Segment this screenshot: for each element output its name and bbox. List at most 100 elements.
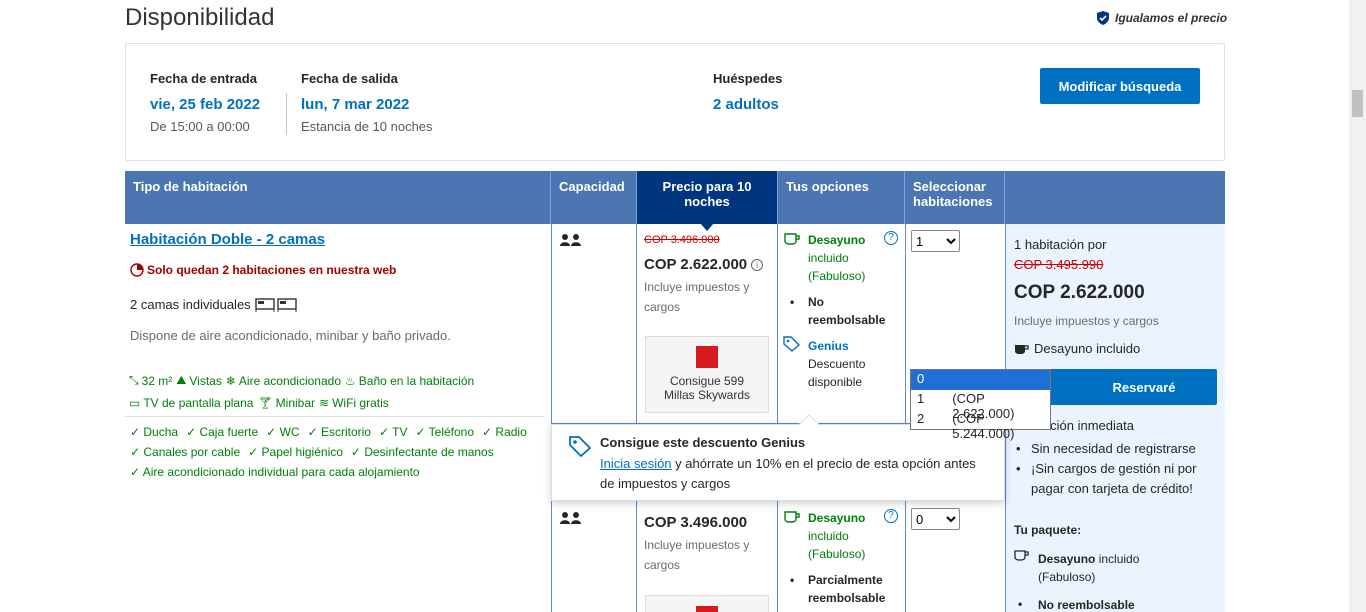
sign-in-link[interactable]: Inicia sesión <box>600 456 672 471</box>
reserve-breakfast: Desayuno incluido <box>1014 341 1140 356</box>
price: COP 2.622.000 i <box>644 256 764 273</box>
breakfast-option: Desayuno incluido (Fabuloso) <box>808 233 866 283</box>
price-value: COP 2.622.000 <box>644 256 748 273</box>
coffee-cup-icon <box>784 233 800 245</box>
bed-info: 2 camas individuales <box>130 296 297 312</box>
bullet: • <box>790 573 795 587</box>
facility: ⛰ Vistas <box>176 373 222 388</box>
amenity: TV <box>379 425 407 439</box>
quantity-option[interactable]: 0 <box>911 370 1050 390</box>
clock-icon <box>130 263 144 277</box>
th-options: Tus opciones <box>778 171 905 224</box>
tooltip-caret <box>799 414 819 434</box>
taxes-note: Incluye impuestos y cargos <box>644 280 750 314</box>
sort-indicator <box>700 223 714 231</box>
th-select: Seleccionar habitaciones <box>905 171 1005 224</box>
refund-policy: Parcialmente reembolsable <box>808 573 886 605</box>
stay-length: Estancia de 10 noches <box>301 119 433 134</box>
emirates-logo <box>696 606 718 612</box>
checkout-date[interactable]: lun, 7 mar 2022 <box>301 96 409 113</box>
benefit: Sin necesidad de registrarse <box>1014 439 1196 459</box>
amenities-row: Ducha Caja fuerte WC Escritorio TV Teléf… <box>130 425 526 439</box>
reserve-old-price: COP 3.495.990 <box>1014 257 1104 272</box>
room-quantity-select[interactable]: 1 <box>911 230 960 252</box>
single-bed-icon <box>254 298 297 312</box>
help-icon[interactable]: ? <box>884 509 898 523</box>
room-name-link[interactable]: Habitación Doble - 2 camas <box>130 231 325 248</box>
checkout-label: Fecha de salida <box>301 71 398 86</box>
price-match-badge[interactable]: Igualamos el precio <box>1095 10 1227 26</box>
checkin-time: De 15:00 a 00:00 <box>150 119 250 134</box>
col-divider <box>777 224 778 424</box>
facilities-row: ⤡ 32 m² ⛰ Vistas ❄ Aire acondicionado ♨ Baño… <box>129 373 476 388</box>
room-description: Dispone de aire acondicionado, minibar y… <box>130 328 451 343</box>
amenity: Escritorio <box>308 425 371 439</box>
checkin-date[interactable]: vie, 25 feb 2022 <box>150 96 260 113</box>
guests-label: Huéspedes <box>713 71 783 86</box>
package-title: Tu paquete: <box>1014 523 1082 537</box>
coffee-cup-icon <box>1014 550 1029 561</box>
col-divider <box>551 500 552 612</box>
taxes-note: Incluye impuestos y cargos <box>644 538 750 572</box>
info-icon[interactable]: i <box>751 258 764 271</box>
skywards-offer: Consigue 599 Millas Skywards <box>645 336 769 413</box>
coffee-icon <box>1015 344 1029 354</box>
package-policy: No reembolsable <box>1038 598 1135 612</box>
page-title: Disponibilidad <box>125 4 275 31</box>
beds-text: 2 camas individuales <box>130 296 251 312</box>
th-room-type: Tipo de habitación <box>125 171 551 224</box>
price-match-label: Igualamos el precio <box>1115 11 1228 25</box>
room-quantity-select[interactable]: 0 <box>911 508 960 530</box>
amenity: Radio <box>482 425 526 439</box>
amenity: Ducha <box>130 425 178 439</box>
bath-icon: ♨ <box>345 373 356 388</box>
amenity: Desinfectante de manos <box>351 445 493 459</box>
date-divider <box>286 93 287 135</box>
bullet: • <box>790 295 795 309</box>
table-header: Tipo de habitación Capacidad Precio para… <box>125 171 1225 224</box>
checkin-label: Fecha de entrada <box>150 71 257 86</box>
reserve-price: COP 2.622.000 <box>1014 282 1145 303</box>
modify-search-button[interactable]: Modificar búsqueda <box>1040 68 1200 104</box>
scarcity-message: Solo quedan 2 habitaciones en nuestra we… <box>130 263 396 277</box>
two-persons-icon <box>560 512 581 524</box>
facility: ⤡ 32 m² <box>129 373 173 388</box>
shield-check-icon <box>1097 11 1109 25</box>
emirates-logo <box>696 346 718 368</box>
old-price: COP 3.496.000 <box>644 234 720 246</box>
col-divider <box>636 224 637 424</box>
col-divider <box>551 224 552 424</box>
reserve-benefits: Sin necesidad de registrarse ¡Sin cargos… <box>1014 439 1196 499</box>
amenity: Papel higiénico <box>248 445 343 459</box>
genius-tooltip: Consigue este descuento Genius Inicia se… <box>551 414 1005 501</box>
refund-policy: No reembolsable <box>808 295 886 327</box>
minibar-icon: 🍸︎ <box>257 396 273 410</box>
genius-text: Inicia sesión y ahórrate un 10% en el pr… <box>600 456 976 491</box>
quantity-option[interactable]: 1 (COP 2.622.000) <box>911 390 1050 421</box>
amenity: Teléfono <box>415 425 474 439</box>
reserve-summary: 1 habitación por <box>1014 237 1107 252</box>
facility: ≋ WiFi gratis <box>319 396 389 410</box>
facility: ▭ TV de pantalla plana <box>129 396 254 410</box>
reserve-taxes: Incluye impuestos y cargos <box>1014 314 1159 328</box>
amenities-row: Canales por cable Papel higiénico Desinf… <box>130 445 493 459</box>
facility: ❄ Aire acondicionado <box>225 373 341 388</box>
guests-value[interactable]: 2 adultos <box>713 96 779 113</box>
bullet: • <box>1018 597 1023 611</box>
amenity: Caja fuerte <box>186 425 258 439</box>
amenity: Canales por cable <box>130 445 240 459</box>
amenity: Aire acondicionado individual para cada … <box>130 465 420 479</box>
scrollbar-thumb[interactable] <box>1352 90 1363 117</box>
benefit: ¡Sin cargos de gestión ni porpagar con t… <box>1014 459 1196 499</box>
quantity-dropdown-list: 0 1 (COP 2.622.000) 2 (COP 5.244.000) <box>910 369 1051 441</box>
help-icon[interactable]: ? <box>884 231 898 245</box>
wifi-icon: ≋ <box>319 396 330 410</box>
amenity: WC <box>266 425 300 439</box>
col-divider <box>905 224 906 424</box>
facility: ♨ Baño en la habitación <box>345 373 475 388</box>
quantity-option[interactable]: 2 (COP 5.244.000) <box>911 410 1050 441</box>
mountain-icon: ⛰ <box>176 373 187 387</box>
facility: 🍸︎ Minibar <box>257 396 316 410</box>
genius-option: Genius Descuento disponible <box>808 339 866 389</box>
col-divider <box>636 500 637 612</box>
